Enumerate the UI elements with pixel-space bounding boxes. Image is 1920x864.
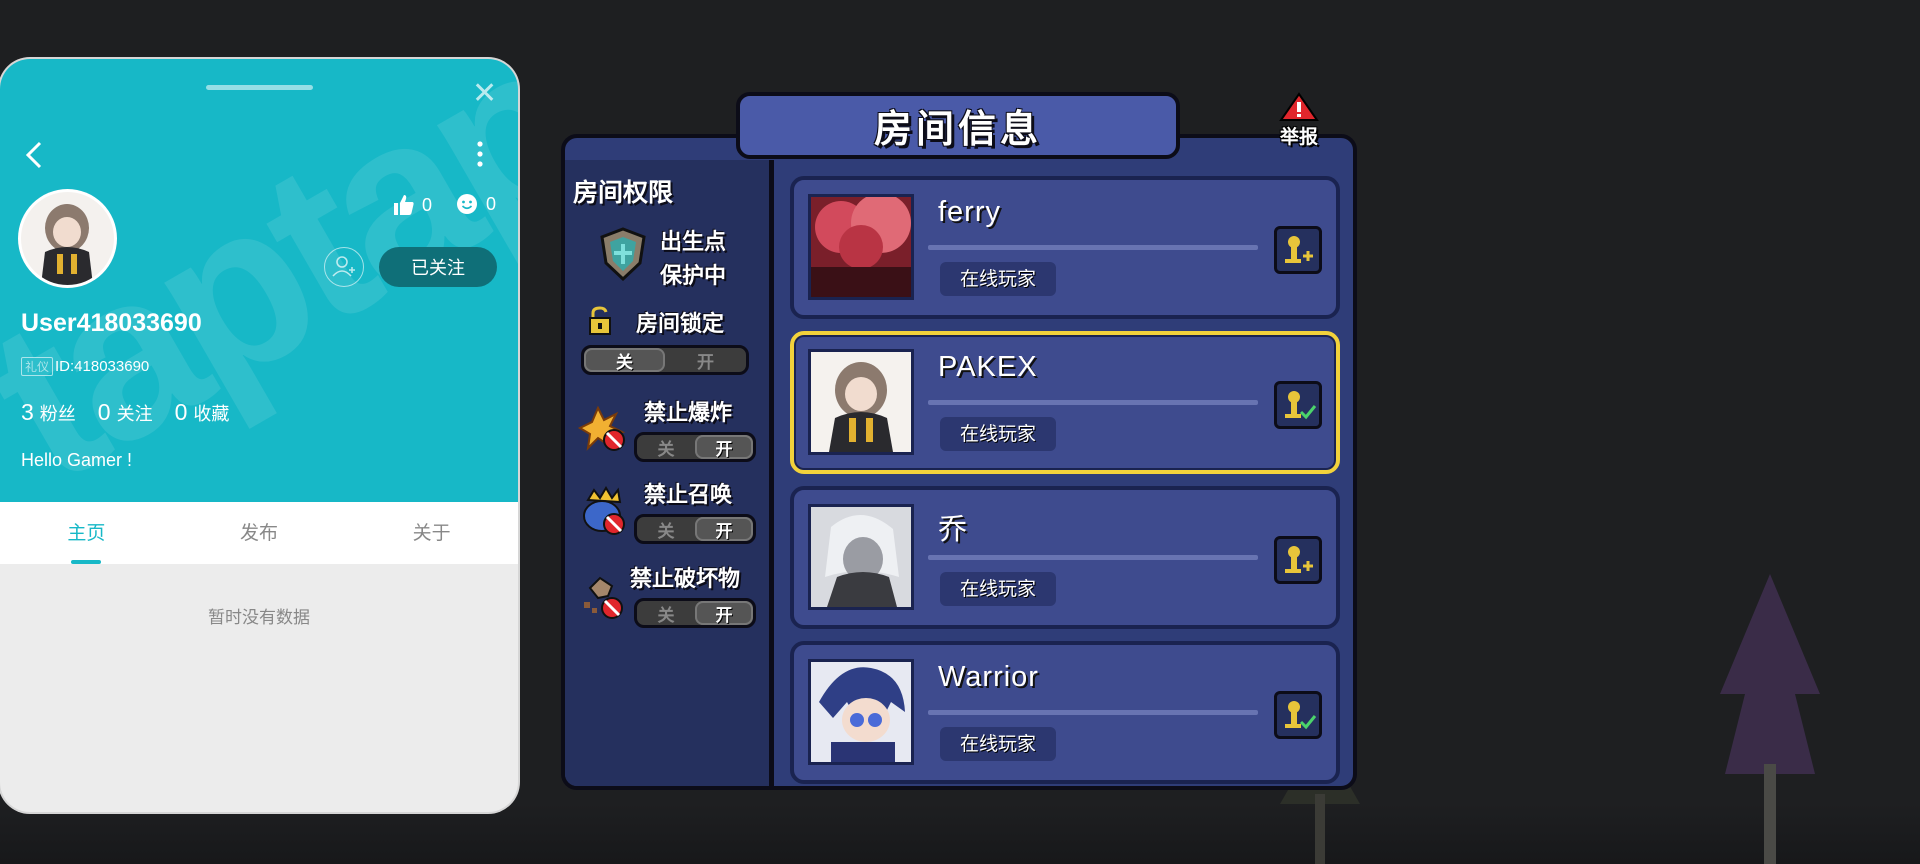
- player-status: 在线玩家: [940, 572, 1057, 606]
- destroy-ban-icon: [584, 576, 623, 619]
- player-name: ferry: [938, 196, 1001, 228]
- stat-label: 收藏: [193, 404, 230, 425]
- stat-label: 关注: [116, 404, 153, 425]
- explosion-ban-icon: [578, 406, 626, 451]
- padlock-icon: [589, 306, 611, 335]
- player-status: 在线玩家: [940, 727, 1057, 761]
- friend-status-button[interactable]: [1274, 381, 1322, 429]
- close-icon[interactable]: ✕: [472, 79, 497, 109]
- smiles-count: 0: [486, 193, 497, 214]
- toggle-off-option[interactable]: 关: [637, 435, 695, 460]
- player-status: 在线玩家: [940, 262, 1057, 296]
- pine-tree-decoration: [1720, 574, 1820, 864]
- add-friend-button[interactable]: [324, 247, 364, 287]
- player-card[interactable]: PAKEX 在线玩家: [790, 331, 1340, 474]
- stat-count: 0: [174, 399, 188, 425]
- name-underline: [928, 710, 1258, 715]
- followed-button[interactable]: 已关注: [379, 247, 497, 287]
- toggle-off-option[interactable]: 关: [637, 601, 695, 626]
- id-text: ID:418033690: [55, 358, 150, 375]
- add-friend-icon: [1285, 546, 1313, 573]
- room-lock-toggle[interactable]: 关 开: [581, 345, 749, 375]
- name-underline: [928, 555, 1258, 560]
- player-name: Warrior: [938, 661, 1039, 693]
- no-summon-toggle[interactable]: 关 开: [634, 514, 756, 544]
- add-friend-button[interactable]: [1274, 226, 1322, 274]
- player-status: 在线玩家: [940, 417, 1057, 451]
- toggle-on-option[interactable]: 开: [695, 601, 753, 625]
- name-underline: [928, 400, 1258, 405]
- player-avatar: [808, 349, 914, 455]
- tab-posts[interactable]: 发布: [173, 502, 346, 564]
- empty-state-text: 暂时没有数据: [208, 608, 310, 628]
- no-destroy-toggle[interactable]: 关 开: [634, 598, 756, 628]
- stat-label: 粉丝: [39, 404, 76, 425]
- player-avatar: [808, 659, 914, 765]
- player-card[interactable]: Warrior 在线玩家: [790, 641, 1340, 784]
- name-underline: [928, 245, 1258, 250]
- tab-home[interactable]: 主页: [0, 502, 173, 564]
- more-menu-icon[interactable]: [474, 139, 486, 169]
- toggle-on-option[interactable]: 开: [695, 517, 753, 541]
- player-name: PAKEX: [938, 351, 1038, 383]
- shield-icon: [600, 227, 646, 281]
- profile-header: taptap ✕ 0 0 已关注 User418033690 礼仪 ID:418…: [0, 59, 518, 502]
- toggle-on-option[interactable]: 开: [695, 435, 753, 459]
- friend-status-button[interactable]: [1274, 691, 1322, 739]
- friend-check-icon: [1285, 391, 1317, 420]
- id-tag-badge: 礼仪: [21, 357, 54, 376]
- player-card[interactable]: 乔 在线玩家: [790, 486, 1340, 629]
- player-avatar: [808, 504, 914, 610]
- no-summon-label: 禁止召唤: [644, 483, 733, 508]
- tab-about[interactable]: 关于: [345, 502, 518, 564]
- summon-ban-icon: [583, 486, 625, 535]
- likes-counter[interactable]: 0: [392, 193, 432, 217]
- stat-favorites[interactable]: 0 收藏: [175, 399, 230, 426]
- no-destroy-label: 禁止破坏物: [630, 567, 741, 592]
- no-explosion-label: 禁止爆炸: [644, 401, 733, 426]
- profile-bio: Hello Gamer !: [21, 450, 133, 470]
- stat-count: 0: [97, 399, 111, 425]
- game-ground: [0, 804, 1920, 864]
- spawn-protect-line1: 出生点: [660, 230, 727, 255]
- add-friend-icon: [1285, 236, 1313, 263]
- back-arrow-icon[interactable]: [22, 137, 48, 173]
- profile-stats: 3 粉丝 0 关注 0 收藏: [21, 399, 251, 426]
- thumbs-up-icon: [394, 195, 414, 215]
- stat-following[interactable]: 0 关注: [98, 399, 153, 426]
- stat-count: 3: [21, 399, 34, 425]
- profile-username: User418033690: [21, 309, 202, 337]
- player-avatar: [808, 194, 914, 300]
- room-title-bar: 房间信息: [736, 92, 1180, 159]
- no-explosion-toggle[interactable]: 关 开: [634, 432, 756, 462]
- profile-id: 礼仪 ID:418033690: [21, 357, 149, 376]
- likes-count: 0: [422, 194, 433, 215]
- profile-card: taptap ✕ 0 0 已关注 User418033690 礼仪 ID:418…: [0, 59, 518, 812]
- stat-followers[interactable]: 3 粉丝: [21, 399, 76, 426]
- profile-tabs: 主页 发布 关于: [0, 502, 518, 564]
- reactions-counter[interactable]: 0: [456, 193, 496, 215]
- avatar[interactable]: [21, 192, 114, 285]
- spawn-protect-line2: 保护中: [660, 264, 727, 289]
- player-name: 乔: [938, 514, 969, 546]
- warning-icon: [1279, 92, 1319, 121]
- friend-check-icon: [1285, 701, 1317, 730]
- drag-handle[interactable]: [206, 85, 313, 90]
- toggle-on-option[interactable]: 开: [665, 348, 746, 373]
- room-title: 房间信息: [873, 107, 1042, 151]
- permissions-title: 房间权限: [573, 178, 674, 207]
- report-label: 举报: [1279, 126, 1318, 148]
- add-friend-button[interactable]: [1274, 536, 1322, 584]
- smile-icon: [457, 194, 477, 214]
- player-card[interactable]: ferry 在线玩家: [790, 176, 1340, 319]
- room-lock-label: 房间锁定: [636, 312, 725, 337]
- add-user-icon: [332, 256, 355, 277]
- toggle-off-option[interactable]: 关: [584, 348, 665, 372]
- report-button[interactable]: 举报: [1272, 92, 1326, 149]
- panel-divider: [769, 160, 774, 790]
- toggle-off-option[interactable]: 关: [637, 517, 695, 542]
